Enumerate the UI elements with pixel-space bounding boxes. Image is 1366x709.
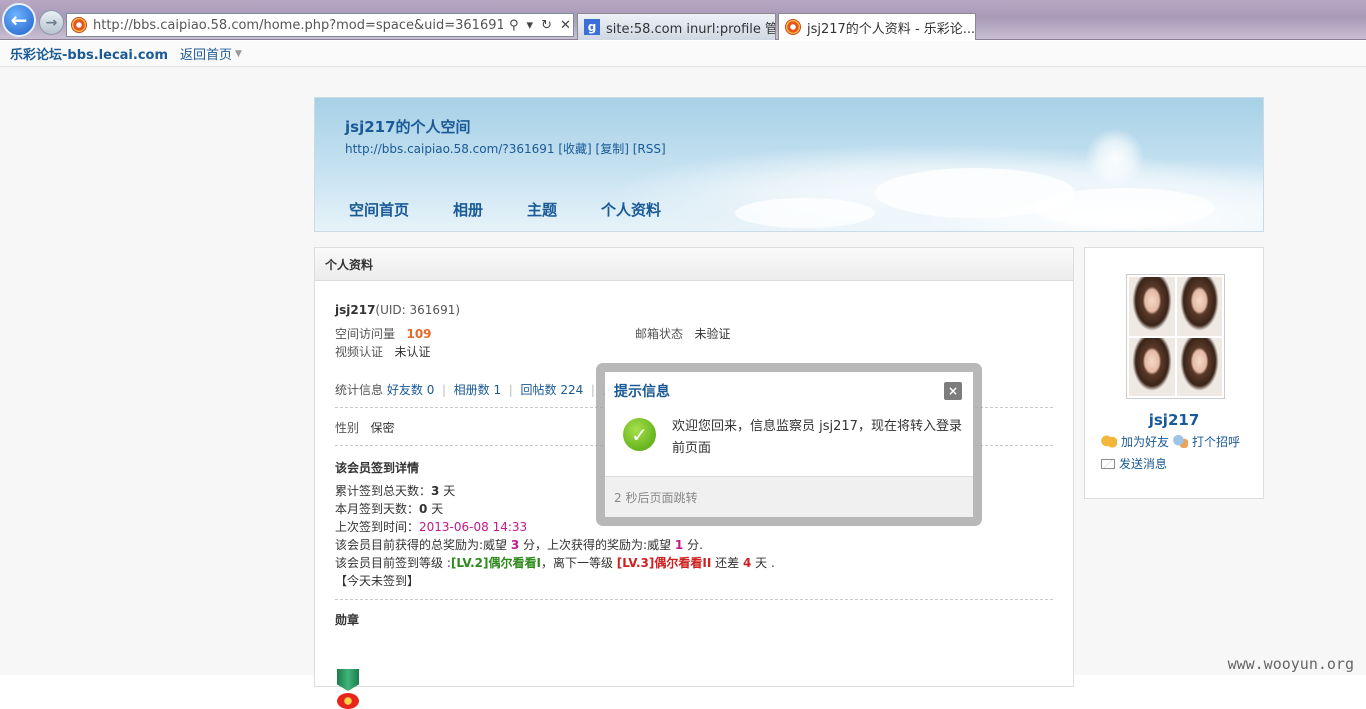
- reward-last: 1: [675, 538, 683, 552]
- visits-value: 109: [406, 327, 431, 341]
- reward-label: 该会员目前获得的总奖励为:威望: [335, 538, 511, 552]
- site-favicon-icon: [71, 17, 87, 33]
- add-friend-icon: [1101, 435, 1117, 448]
- envelope-icon: [1101, 459, 1115, 469]
- success-check-icon: ✓: [623, 418, 656, 451]
- space-url[interactable]: http://bbs.caipiao.58.com/?361691 [收藏] […: [345, 140, 666, 157]
- address-bar[interactable]: http://bbs.caipiao.58.com/home.php?mod=s…: [66, 13, 574, 37]
- level-label: 该会员目前签到等级 :: [335, 556, 451, 570]
- poke-link[interactable]: 打个招呼: [1172, 433, 1240, 450]
- dropdown-icon[interactable]: ▾: [527, 18, 534, 33]
- dialog-message: 欢迎您回来，信息监察员 jsj217，现在将转入登录前页面: [672, 416, 962, 460]
- add-friend-link[interactable]: 加为好友: [1101, 433, 1169, 450]
- watermark: www.wooyun.org: [1228, 655, 1354, 673]
- tab-label: jsj217的个人资料 - 乐彩论...: [807, 18, 975, 37]
- tab-profile[interactable]: jsj217的个人资料 - 乐彩论... ✕: [778, 13, 976, 40]
- home-link[interactable]: 返回首页: [180, 44, 232, 63]
- level-gap-suffix: 天 .: [751, 556, 774, 570]
- poke-icon: [1172, 435, 1188, 448]
- search-icon[interactable]: ⚲: [509, 18, 519, 33]
- profile-username: jsj217: [335, 303, 375, 317]
- user-card-name[interactable]: jsj217: [1085, 411, 1263, 429]
- reward-mid: 分，上次获得的奖励为:威望: [519, 538, 675, 552]
- nav-space-home[interactable]: 空间首页: [349, 199, 409, 220]
- email-label: 邮箱状态: [635, 327, 683, 341]
- avatar[interactable]: [1126, 274, 1225, 399]
- signin-title: 该会员签到详情: [335, 459, 419, 476]
- nav-profile[interactable]: 个人资料: [601, 199, 661, 220]
- level-mid: ，离下一等级: [541, 556, 617, 570]
- medal-title: 勋章: [335, 611, 359, 628]
- signin-today: 【今天未签到】: [335, 572, 419, 589]
- site-favicon-icon: [785, 19, 801, 35]
- site-name-link[interactable]: 乐彩论坛-bbs.lecai.com: [10, 44, 168, 63]
- signin-total-unit: 天: [439, 484, 455, 498]
- panel-title: 个人资料: [315, 248, 1073, 281]
- tab-label: site:58.com inurl:profile 管理...: [606, 18, 776, 37]
- stats-label: 统计信息: [335, 383, 383, 397]
- url-text[interactable]: http://bbs.caipiao.58.com/home.php?mod=s…: [93, 18, 503, 33]
- reward-suffix: 分.: [683, 538, 703, 552]
- tab-google-search[interactable]: g site:58.com inurl:profile 管理...: [577, 13, 776, 40]
- site-topbar: 乐彩论坛-bbs.lecai.com 返回首页 ▼: [0, 41, 1366, 67]
- reward-total: 3: [511, 538, 519, 552]
- nav-threads[interactable]: 主题: [527, 199, 557, 220]
- user-card: jsj217 加为好友 打个招呼 发送消息: [1084, 247, 1264, 499]
- chevron-down-icon[interactable]: ▼: [235, 49, 242, 59]
- dialog-title: 提示信息: [614, 381, 670, 401]
- signin-last-value: 2013-06-08 14:33: [419, 520, 527, 534]
- email-value: 未验证: [694, 327, 730, 341]
- stop-icon[interactable]: ✕: [560, 18, 571, 33]
- dandelion-decoration: [1085, 128, 1145, 188]
- forward-icon[interactable]: →: [39, 10, 64, 35]
- signin-last-label: 上次签到时间：: [335, 520, 419, 534]
- cloud-decoration: [1035, 188, 1215, 228]
- level-next: [LV.3]偶尔看看II: [617, 556, 712, 570]
- signin-month-label: 本月签到天数：: [335, 502, 419, 516]
- send-message-link[interactable]: 发送消息: [1101, 455, 1167, 472]
- space-nav: 空间首页 相册 主题 个人资料: [349, 199, 661, 220]
- gender-label: 性别: [335, 421, 359, 435]
- divider: [335, 599, 1053, 600]
- profile-uid: (UID: 361691): [375, 303, 460, 317]
- video-label: 视频认证: [335, 345, 383, 359]
- signin-total-label: 累计签到总天数：: [335, 484, 431, 498]
- space-title[interactable]: jsj217的个人空间: [345, 116, 471, 137]
- refresh-icon[interactable]: ↻: [541, 18, 552, 33]
- cloud-decoration: [735, 198, 875, 228]
- back-icon[interactable]: ←: [2, 3, 36, 37]
- medal-icon[interactable]: [337, 669, 361, 709]
- stat-friends[interactable]: 好友数 0: [387, 383, 434, 397]
- stat-replies[interactable]: 回帖数 224: [520, 383, 583, 397]
- signin-month-unit: 天: [427, 502, 443, 516]
- stat-albums[interactable]: 相册数 1: [454, 383, 501, 397]
- level-gap-prefix: 还差: [711, 556, 743, 570]
- browser-chrome: ← → http://bbs.caipiao.58.com/home.php?m…: [0, 0, 1366, 40]
- video-value: 未认证: [394, 345, 430, 359]
- gender-value: 保密: [370, 421, 394, 435]
- notice-dialog: 提示信息 × ✓ 欢迎您回来，信息监察员 jsj217，现在将转入登录前页面 2…: [604, 371, 974, 518]
- level-current: [LV.2]偶尔看看I: [451, 556, 541, 570]
- dialog-footer: 2 秒后页面跳转: [605, 476, 973, 517]
- close-icon[interactable]: ×: [944, 382, 962, 400]
- nav-album[interactable]: 相册: [453, 199, 483, 220]
- google-icon: g: [584, 19, 600, 35]
- visits-label: 空间访问量: [335, 327, 395, 341]
- close-tab-icon[interactable]: ✕: [975, 20, 976, 35]
